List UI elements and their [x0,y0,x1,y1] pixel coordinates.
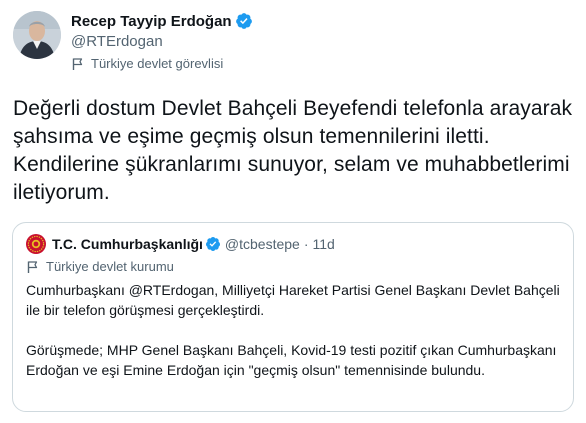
author-name[interactable]: Recep Tayyip Erdoğan [71,13,232,30]
separator-dot: · [303,236,309,252]
presidential-seal-icon[interactable] [26,234,46,254]
quoted-affiliation-label: Türkiye devlet kurumu [26,259,174,274]
quoted-timestamp[interactable]: 11d [313,236,335,252]
quoted-affiliation-label-text: Türkiye devlet kurumu [46,259,174,274]
flag-icon [26,260,40,274]
quoted-tweet-text: Cumhurbaşkanı @RTErdogan, Milliyetçi Har… [26,280,561,380]
verified-badge-icon [205,236,221,252]
affiliation-label: Türkiye devlet görevlisi [71,56,223,71]
quoted-paragraph-1: Cumhurbaşkanı @RTErdogan, Milliyetçi Har… [26,282,560,318]
author-handle[interactable]: @RTErdogan [71,33,163,50]
affiliation-label-text: Türkiye devlet görevlisi [91,56,224,71]
quoted-tweet-card[interactable]: T.C. Cumhurbaşkanlığı @tcbestepe · 11d T… [12,222,574,412]
verified-badge-icon [235,12,253,30]
flag-icon [71,57,85,71]
author-name-row: Recep Tayyip Erdoğan [71,12,253,30]
quoted-author-handle[interactable]: @tcbestepe [225,236,300,252]
quoted-tweet-header: T.C. Cumhurbaşkanlığı @tcbestepe · 11d [26,234,335,254]
avatar[interactable] [13,11,61,59]
tweet-text: Değerli dostum Devlet Bahçeli Beyefendi … [13,97,573,204]
quoted-author-name[interactable]: T.C. Cumhurbaşkanlığı [52,236,203,252]
quoted-paragraph-2: Görüşmede; MHP Genel Başkanı Bahçeli, Ko… [26,342,557,378]
